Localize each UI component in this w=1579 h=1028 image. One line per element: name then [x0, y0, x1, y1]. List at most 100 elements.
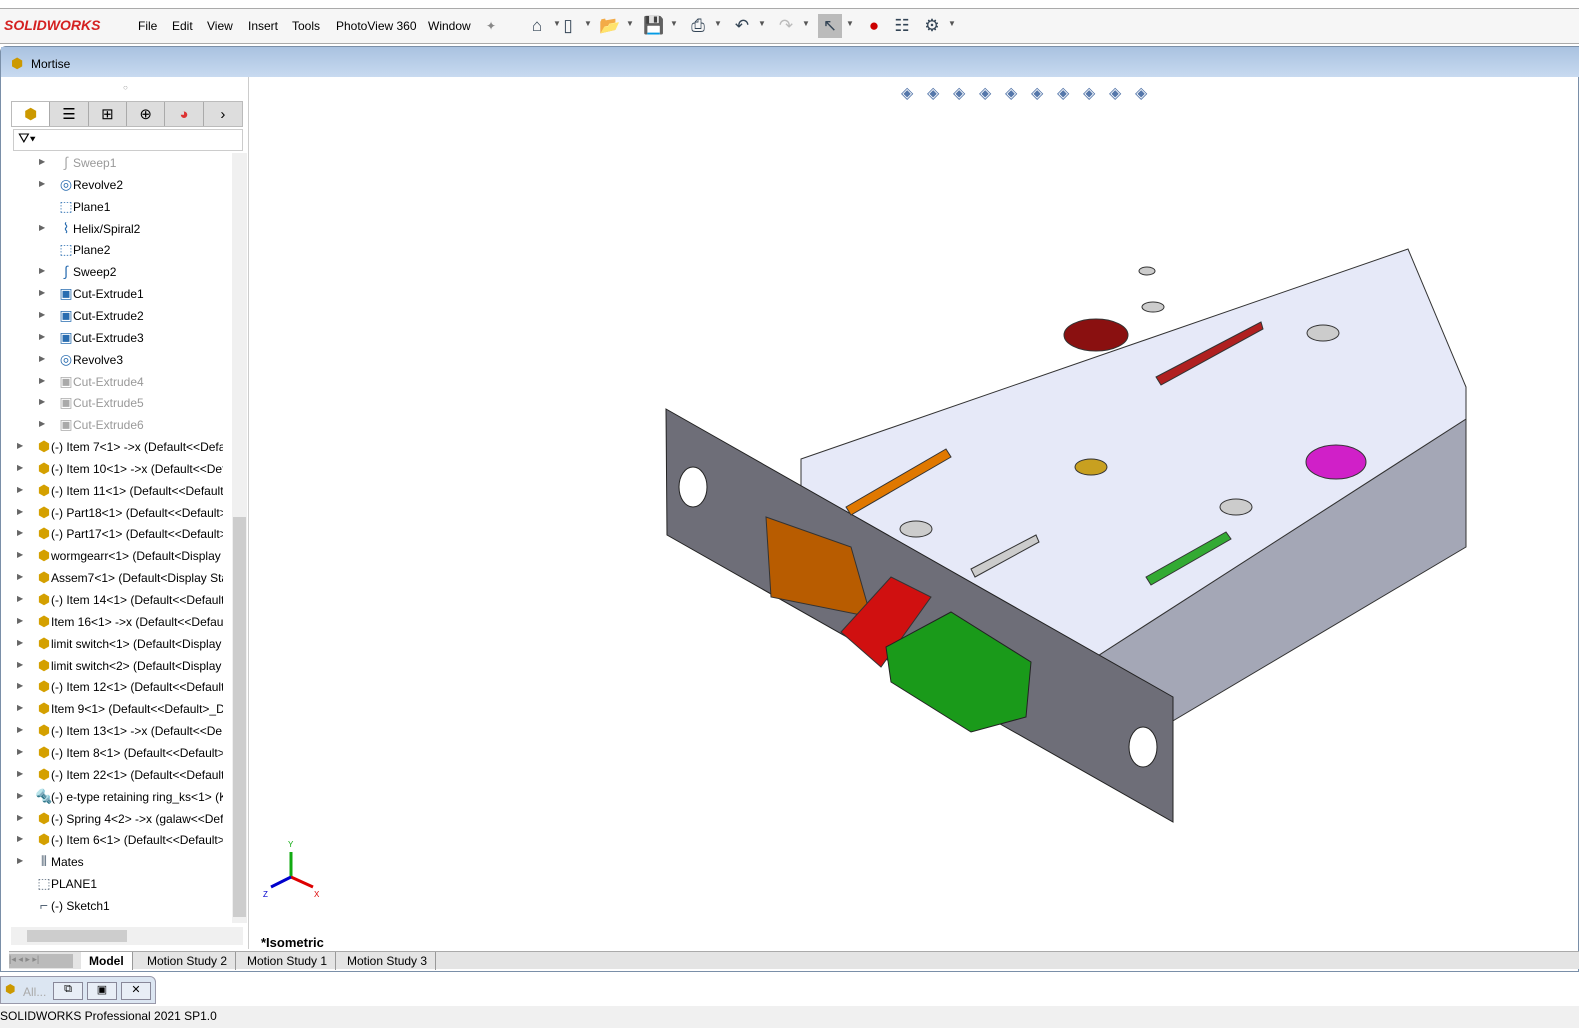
dimxpert-tab[interactable]: ⊕ [127, 102, 166, 126]
expand-arrow-icon[interactable]: ▶ [17, 660, 23, 669]
maximize-button[interactable]: ▣ [87, 982, 117, 1000]
expand-arrow-icon[interactable]: ▶ [39, 397, 45, 406]
expand-arrow-icon[interactable]: ▶ [17, 769, 23, 778]
menu-window[interactable]: Window [428, 19, 471, 33]
expand-arrow-icon[interactable]: ▶ [39, 288, 45, 297]
tree-item-component[interactable]: ▶ 🔩 (-) e-type retaining ring_ks<1> (K [1, 787, 241, 809]
undo-icon[interactable]: ↶ [730, 14, 754, 38]
close-button[interactable]: ✕ [121, 982, 151, 1000]
dropdown-arrow-icon[interactable]: ▼ [758, 19, 766, 28]
tree-item-component[interactable]: ▶ ⬢ (-) Part17<1> (Default<<Default> [1, 524, 241, 546]
tree-item-component[interactable]: ▶ ⬢ (-) Item 22<1> (Default<<Default [1, 765, 241, 787]
display-manager-tab[interactable]: ◕ [165, 102, 204, 126]
expand-arrow-icon[interactable]: ▶ [39, 354, 45, 363]
expand-arrow-icon[interactable]: ▶ [39, 223, 45, 232]
expand-arrow-icon[interactable]: ▶ [17, 834, 23, 843]
expand-arrow-icon[interactable]: ▶ [17, 616, 23, 625]
tree-item-feature[interactable]: ▶ ∫ Sweep2 [1, 262, 241, 284]
more-tabs-chevron-icon[interactable]: › [204, 102, 242, 126]
configuration-manager-tab[interactable]: ⊞ [89, 102, 128, 126]
tree-item-feature[interactable]: ▶ ◎ Revolve3 [1, 350, 241, 372]
tree-horizontal-scrollbar[interactable] [11, 927, 243, 945]
tree-item-component[interactable]: ⌐ (-) Sketch1 [1, 896, 241, 918]
tree-item-feature[interactable]: ▶ ∫ Sweep1 [1, 153, 241, 175]
tree-item-feature[interactable]: ▶ ⌇ Helix/Spiral2 [1, 219, 241, 241]
expand-arrow-icon[interactable]: ▶ [17, 703, 23, 712]
file-properties-icon[interactable]: ☷ [890, 14, 914, 38]
tree-item-feature[interactable]: ▶ ▣ Cut-Extrude5 [1, 393, 241, 415]
tab-model[interactable]: Model [81, 952, 133, 970]
tree-item-feature[interactable]: ▶ ◎ Revolve2 [1, 175, 241, 197]
tree-item-component[interactable]: ▶ ⬢ wormgearr<1> (Default<Display [1, 546, 241, 568]
tree-item-component[interactable]: ▶ ⬢ limit switch<1> (Default<Display [1, 634, 241, 656]
dropdown-arrow-icon[interactable]: ▼ [802, 19, 810, 28]
open-icon[interactable]: 📂 [598, 14, 622, 38]
expand-arrow-icon[interactable]: ▶ [17, 747, 23, 756]
expand-arrow-icon[interactable]: ▶ [17, 681, 23, 690]
expand-arrow-icon[interactable]: ▶ [17, 441, 23, 450]
graphics-area[interactable]: ◈ ◈ ◈ ◈ ◈ ◈ ◈ ◈ ◈ ◈ Y X Z *Isometric [251, 77, 1579, 950]
expand-arrow-icon[interactable]: ▶ [17, 528, 23, 537]
splitter-handle[interactable]: ○ [123, 83, 128, 92]
scrollbar-thumb[interactable] [233, 517, 246, 917]
expand-arrow-icon[interactable]: ▶ [39, 332, 45, 341]
expand-arrow-icon[interactable]: ▶ [17, 725, 23, 734]
expand-arrow-icon[interactable]: ▶ [17, 856, 23, 865]
tree-item-component[interactable]: ▶ ⬢ (-) Part18<1> (Default<<Default> [1, 503, 241, 525]
tree-item-component[interactable]: ▶ ⬢ (-) Item 6<1> (Default<<Default> [1, 830, 241, 852]
tree-item-feature[interactable]: ▶ ▣ Cut-Extrude6 [1, 415, 241, 437]
dropdown-arrow-icon[interactable]: ▼ [670, 19, 678, 28]
tree-item-component[interactable]: ▶ ⬢ (-) Item 12<1> (Default<<Default [1, 677, 241, 699]
expand-arrow-icon[interactable]: ▶ [17, 638, 23, 647]
print-icon[interactable]: ⎙ [686, 14, 710, 38]
tree-item-component[interactable]: ▶ ⬢ (-) Item 13<1> ->x (Default<<De [1, 721, 241, 743]
tree-item-feature[interactable]: ▶ ▣ Cut-Extrude2 [1, 306, 241, 328]
restore-button[interactable]: ⧉ [53, 982, 83, 1000]
tree-item-feature[interactable]: ▶ ▣ Cut-Extrude1 [1, 284, 241, 306]
tree-item-feature[interactable]: ▶ ▣ Cut-Extrude4 [1, 372, 241, 394]
menu-edit[interactable]: Edit [172, 19, 193, 33]
tree-item-component[interactable]: ▶ ⬢ (-) Item 8<1> (Default<<Default> [1, 743, 241, 765]
expand-arrow-icon[interactable]: ▶ [17, 507, 23, 516]
tree-item-feature[interactable]: ▶ ▣ Cut-Extrude3 [1, 328, 241, 350]
tree-item-component[interactable]: ▶ ⬢ Assem7<1> (Default<Display Sta [1, 568, 241, 590]
expand-arrow-icon[interactable]: ▶ [17, 463, 23, 472]
tree-item-feature[interactable]: ⬚ Plane1 [1, 197, 241, 219]
dropdown-arrow-icon[interactable]: ▼ [584, 19, 592, 28]
home-icon[interactable]: ⌂ [525, 14, 549, 38]
expand-arrow-icon[interactable]: ▶ [17, 791, 23, 800]
dropdown-arrow-icon[interactable]: ▼ [948, 19, 956, 28]
tree-item-component[interactable]: ▶⬢(-) Item 10<1> ->x (Default<<Default [1, 459, 241, 481]
new-document-icon[interactable]: ▯ [556, 14, 580, 38]
menu-insert[interactable]: Insert [248, 19, 278, 33]
expand-arrow-icon[interactable]: ▶ [39, 376, 45, 385]
traffic-light-icon[interactable]: ● [862, 14, 886, 38]
tree-item-component[interactable]: ▶ ⬢ (-) Item 7<1> ->x (Default<<Default [1, 437, 241, 459]
tab-motion-study-2[interactable]: Motion Study 2 [139, 952, 237, 970]
expand-arrow-icon[interactable]: ▶ [39, 157, 45, 166]
expand-arrow-icon[interactable]: ▶ [39, 310, 45, 319]
tab-motion-study-3[interactable]: Motion Study 3 [339, 952, 437, 970]
tree-item-component[interactable]: ▶ ⬢ Item 16<1> ->x (Default<<Defau [1, 612, 241, 634]
feature-tree-tab[interactable]: ⬢ [12, 102, 51, 126]
expand-arrow-icon[interactable]: ▶ [17, 550, 23, 559]
expand-arrow-icon[interactable]: ▶ [17, 572, 23, 581]
menu-view[interactable]: View [207, 19, 233, 33]
tree-item-component[interactable]: ▶ ⬢ limit switch<2> (Default<Display [1, 656, 241, 678]
dropdown-arrow-icon[interactable]: ▼ [626, 19, 634, 28]
tab-scroll-buttons[interactable]: |◂ ◂ ▸ ▸| [9, 954, 73, 968]
select-icon[interactable]: ↖ [818, 14, 842, 38]
pin-icon[interactable]: ✦ [486, 19, 496, 33]
tab-motion-study-1[interactable]: Motion Study 1 [239, 952, 337, 970]
mortise-lock-3d-model[interactable]: Y X Z [251, 77, 1579, 949]
expand-arrow-icon[interactable]: ▶ [39, 179, 45, 188]
tree-item-component[interactable]: ▶ ⫴ Mates [1, 852, 241, 874]
tree-item-component[interactable]: ▶ ⬢ Item 9<1> (Default<<Default>_D [1, 699, 241, 721]
tree-item-feature[interactable]: ⬚ Plane2 [1, 240, 241, 262]
dropdown-arrow-icon[interactable]: ▼ [714, 19, 722, 28]
options-gear-icon[interactable]: ⚙ [920, 14, 944, 38]
expand-arrow-icon[interactable]: ▶ [17, 485, 23, 494]
redo-icon[interactable]: ↷ [774, 14, 798, 38]
expand-arrow-icon[interactable]: ▶ [17, 813, 23, 822]
menu-file[interactable]: File [138, 19, 157, 33]
